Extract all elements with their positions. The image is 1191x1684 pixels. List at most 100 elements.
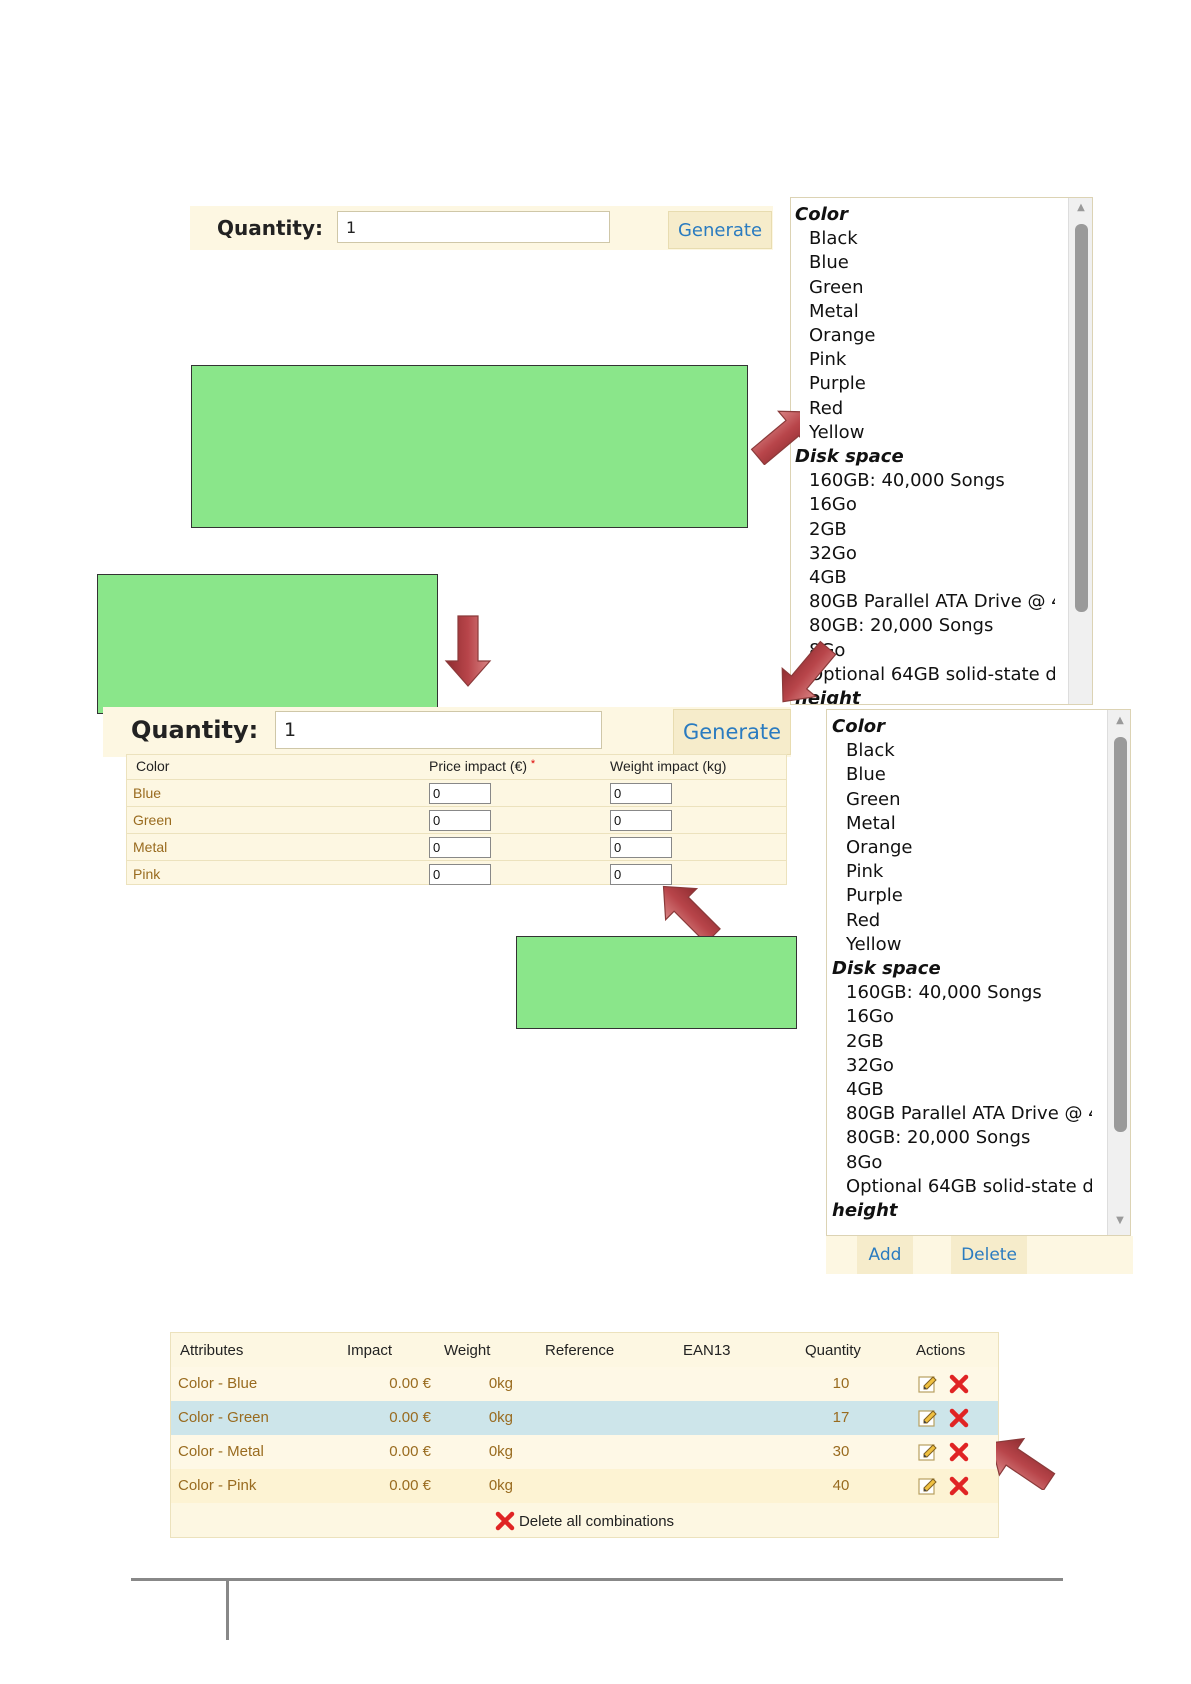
price-impact-input[interactable]: 0 <box>429 783 491 804</box>
listbox-option[interactable]: Yellow <box>795 421 1055 445</box>
delete-all-row[interactable]: Delete all combinations <box>171 1505 998 1537</box>
combinations-header: Weight <box>444 1342 491 1359</box>
listbox-option[interactable]: Black <box>795 227 1055 251</box>
optgroup-label: Disk space <box>795 446 904 468</box>
delete-all-combinations-link[interactable]: Delete all combinations <box>519 1513 674 1530</box>
combination-row: Color - Pink 0.00 € 0kg 40 <box>171 1469 998 1503</box>
listbox-option[interactable]: 16Go <box>795 493 1055 517</box>
listbox-option[interactable]: 80GB: 20,000 Songs <box>832 1126 1092 1150</box>
impact-header-weight: Weight impact (kg) <box>610 758 727 774</box>
listbox-option[interactable]: 4GB <box>832 1078 1092 1102</box>
listbox-option[interactable]: 4GB <box>795 566 1055 590</box>
arrow-icon <box>996 1430 1056 1490</box>
listbox-scrollbar[interactable]: ▲ ▼ <box>1107 710 1130 1235</box>
listbox-option[interactable]: 160GB: 40,000 Songs <box>795 469 1055 493</box>
listbox-option[interactable]: 2GB <box>795 518 1055 542</box>
combination-attributes: Color - Green <box>178 1409 269 1426</box>
weight-impact-input[interactable]: 0 <box>610 810 672 831</box>
listbox-option[interactable]: Black <box>832 739 1092 763</box>
combinations-header: Quantity <box>805 1342 861 1359</box>
listbox-option[interactable]: 80GB Parallel ATA Drive @ 4 <box>795 590 1055 614</box>
listbox-option[interactable]: Optional 64GB solid-state dri <box>832 1175 1092 1199</box>
listbox-option[interactable]: Red <box>832 909 1092 933</box>
impact-row-label: Green <box>133 812 172 828</box>
combination-quantity: 30 <box>832 1443 850 1460</box>
quantity-label-middle: Quantity: <box>131 716 259 744</box>
delete-icon[interactable] <box>949 1476 969 1496</box>
optgroup-label: height <box>832 1200 898 1222</box>
arrow-icon <box>780 640 840 710</box>
delete-icon[interactable] <box>949 1442 969 1462</box>
quantity-label-top: Quantity: <box>217 216 323 240</box>
listbox-option[interactable]: Blue <box>832 763 1092 787</box>
combination-attributes: Color - Blue <box>178 1375 258 1392</box>
combinations-header: Reference <box>545 1342 615 1359</box>
quantity-input-top[interactable]: 1 <box>337 211 610 243</box>
scroll-down-icon[interactable]: ▼ <box>1108 1215 1130 1226</box>
delete-icon <box>495 1511 515 1531</box>
weight-impact-input[interactable]: 0 <box>610 783 672 804</box>
listbox-option[interactable]: 8Go <box>832 1151 1092 1175</box>
listbox-option[interactable]: Pink <box>795 348 1055 372</box>
generate-button-top[interactable]: Generate <box>668 211 772 249</box>
listbox-option[interactable]: 32Go <box>832 1054 1092 1078</box>
add-button[interactable]: Add <box>857 1236 913 1274</box>
generate-button-middle[interactable]: Generate <box>673 709 791 755</box>
listbox-option[interactable]: Yellow <box>832 933 1092 957</box>
price-impact-input[interactable]: 0 <box>429 810 491 831</box>
combination-attributes: Color - Pink <box>178 1477 257 1494</box>
impact-row-label: Pink <box>133 866 161 882</box>
scroll-up-icon[interactable]: ▲ <box>1108 715 1130 726</box>
listbox-option[interactable]: 80GB Parallel ATA Drive @ 4 <box>832 1102 1092 1126</box>
listbox-option[interactable]: Green <box>832 788 1092 812</box>
edit-icon[interactable] <box>918 1476 938 1496</box>
combination-impact: 0.00 € <box>389 1443 431 1460</box>
listbox-option[interactable]: Purple <box>795 372 1055 396</box>
listbox-option[interactable]: Metal <box>795 300 1055 324</box>
listbox-option[interactable]: Orange <box>795 324 1055 348</box>
weight-impact-input[interactable]: 0 <box>610 837 672 858</box>
combinations-header: Attributes <box>180 1342 244 1359</box>
listbox-option[interactable]: 2GB <box>832 1030 1092 1054</box>
optgroup-label: Disk space <box>832 958 941 980</box>
edit-icon[interactable] <box>918 1408 938 1428</box>
impact-row: Metal 0 0 <box>127 833 786 860</box>
listbox-option[interactable]: 80GB: 20,000 Songs <box>795 614 1055 638</box>
combinations-header: Impact <box>347 1342 393 1359</box>
scroll-thumb[interactable] <box>1075 224 1088 612</box>
impact-row: Blue 0 0 <box>127 779 786 806</box>
combination-weight: 0kg <box>488 1409 513 1426</box>
scroll-up-icon[interactable]: ▲ <box>1069 202 1092 213</box>
listbox-options: Color Black Blue Green Metal Orange Pink Purple… <box>795 203 1055 704</box>
listbox-option[interactable]: 32Go <box>795 542 1055 566</box>
edit-icon[interactable] <box>918 1442 938 1462</box>
listbox-option[interactable]: 160GB: 40,000 Songs <box>832 981 1092 1005</box>
delete-button[interactable]: Delete <box>951 1236 1027 1274</box>
combination-weight: 0kg <box>488 1477 513 1494</box>
combination-impact: 0.00 € <box>389 1477 431 1494</box>
combination-attributes: Color - Metal <box>178 1443 264 1460</box>
listbox-scrollbar[interactable]: ▲ <box>1068 198 1092 704</box>
listbox-option[interactable]: Purple <box>832 884 1092 908</box>
price-impact-input[interactable]: 0 <box>429 837 491 858</box>
listbox-option[interactable]: Pink <box>832 860 1092 884</box>
listbox-option[interactable]: Blue <box>795 251 1055 275</box>
impact-row: Green 0 0 <box>127 806 786 833</box>
quantity-input-middle[interactable]: 1 <box>275 711 602 749</box>
combination-weight: 0kg <box>488 1375 513 1392</box>
listbox-options: Color Black Blue Green Metal Orange Pink Purple… <box>832 715 1092 1223</box>
delete-icon[interactable] <box>949 1408 969 1428</box>
combination-row: Color - Metal 0.00 € 0kg 30 <box>171 1435 998 1469</box>
listbox-option[interactable]: Metal <box>832 812 1092 836</box>
edit-icon[interactable] <box>918 1374 938 1394</box>
attribute-listbox-middle[interactable]: Color Black Blue Green Metal Orange Pink Purple… <box>826 709 1131 1236</box>
scroll-thumb[interactable] <box>1114 737 1127 1132</box>
listbox-option[interactable]: Green <box>795 276 1055 300</box>
combination-weight: 0kg <box>488 1443 513 1460</box>
attribute-listbox-top[interactable]: Color Black Blue Green Metal Orange Pink Purple… <box>790 197 1093 705</box>
listbox-option[interactable]: 16Go <box>832 1005 1092 1029</box>
delete-icon[interactable] <box>949 1374 969 1394</box>
listbox-option[interactable]: Orange <box>832 836 1092 860</box>
listbox-option[interactable]: Red <box>795 397 1055 421</box>
price-impact-input[interactable]: 0 <box>429 864 491 885</box>
